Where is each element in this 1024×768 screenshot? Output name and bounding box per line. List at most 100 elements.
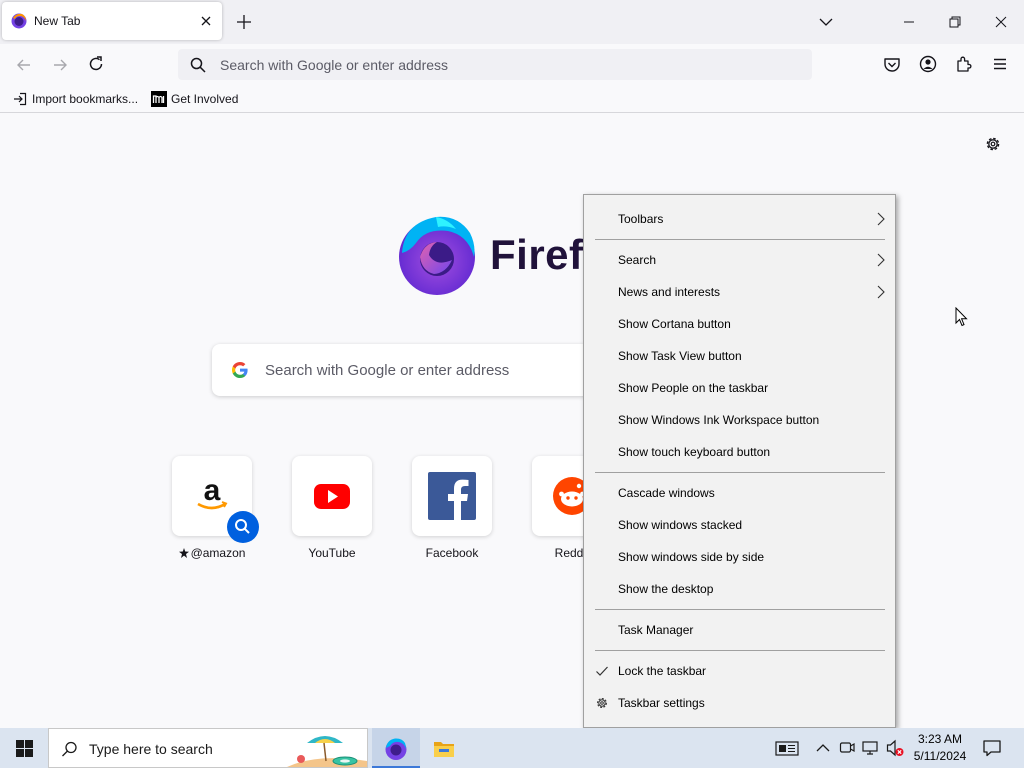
hamburger-menu-icon[interactable] [990, 54, 1010, 74]
menu-separator [595, 650, 885, 651]
menu-item-label: Show touch keyboard button [618, 445, 771, 459]
network-icon[interactable] [862, 738, 880, 758]
windows-logo-icon [16, 740, 33, 757]
menu-item-lock-taskbar[interactable]: Lock the taskbar [584, 656, 895, 686]
top-site-facebook[interactable]: Facebook [412, 456, 492, 560]
taskbar-context-menu: Toolbars Search News and interests Show … [583, 194, 896, 728]
account-icon[interactable] [918, 54, 938, 74]
search-icon [62, 741, 77, 757]
chevron-down-icon[interactable] [816, 12, 836, 32]
menu-separator [595, 609, 885, 610]
chevron-right-icon [877, 285, 885, 299]
menu-item-news-and-interests[interactable]: News and interests [584, 277, 895, 307]
gear-icon [597, 698, 607, 708]
menu-item-task-manager[interactable]: Task Manager [584, 615, 895, 645]
google-icon [232, 362, 248, 378]
top-site-tile[interactable]: a [172, 456, 259, 543]
svg-text:a: a [204, 476, 221, 507]
meet-now-icon[interactable] [839, 738, 855, 758]
menu-item-label: Cascade windows [618, 486, 715, 500]
menu-item-show-touch-keyboard[interactable]: Show touch keyboard button [584, 437, 895, 467]
taskbar-clock[interactable]: 3:23 AM 5/11/2024 [908, 731, 972, 765]
menu-item-label: Show windows stacked [618, 518, 743, 532]
minimize-icon[interactable] [899, 12, 919, 32]
menu-item-label: Lock the taskbar [618, 664, 707, 678]
import-icon [14, 92, 27, 106]
menu-item-cascade-windows[interactable]: Cascade windows [584, 478, 895, 508]
mozilla-icon [151, 91, 167, 107]
chevron-right-icon [877, 212, 885, 226]
menu-item-label: Show the desktop [618, 582, 714, 596]
checkmark-icon [596, 666, 608, 676]
top-site-youtube[interactable]: YouTube [292, 456, 372, 560]
menu-item-search[interactable]: Search [584, 245, 895, 275]
windows-taskbar: Type here to search 3:23 AM 5/11/2024 [0, 728, 1024, 768]
start-button[interactable] [0, 728, 48, 768]
navigation-toolbar: Search with Google or enter address [0, 44, 1024, 84]
back-arrow-icon[interactable] [14, 55, 34, 75]
bookmark-import[interactable]: Import bookmarks... [12, 90, 138, 108]
pocket-icon[interactable] [882, 55, 902, 75]
menu-item-label: Taskbar settings [618, 696, 705, 710]
bookmark-get-involved[interactable]: Get Involved [151, 90, 238, 108]
menu-item-label: Task Manager [618, 623, 694, 637]
firefox-icon [385, 738, 407, 760]
search-icon [235, 519, 250, 534]
menu-item-label: Show People on the taskbar [618, 381, 769, 395]
top-site-tile[interactable] [412, 456, 492, 536]
menu-item-show-cortana[interactable]: Show Cortana button [584, 309, 895, 339]
window-close-icon[interactable] [991, 12, 1011, 32]
menu-item-label: Toolbars [618, 212, 664, 226]
url-bar[interactable]: Search with Google or enter address [178, 49, 812, 80]
reload-icon[interactable] [86, 54, 106, 74]
chevron-up-icon[interactable] [815, 738, 831, 758]
menu-item-toolbars[interactable]: Toolbars [584, 204, 895, 234]
menu-item-label: Show Task View button [618, 349, 742, 363]
mouse-cursor-icon [955, 307, 968, 327]
youtube-icon [314, 484, 350, 509]
restore-icon[interactable] [945, 12, 965, 32]
forward-arrow-icon[interactable] [50, 55, 70, 75]
menu-item-label: Show Windows Ink Workspace button [618, 413, 820, 427]
clock-time: 3:23 AM [917, 732, 963, 746]
menu-item-show-desktop[interactable]: Show the desktop [584, 574, 895, 604]
news-and-interests-icon[interactable] [775, 738, 799, 758]
tab-title: New Tab [34, 14, 81, 28]
taskbar-search-input[interactable]: Type here to search [89, 741, 213, 757]
menu-item-label: News and interests [618, 285, 721, 299]
extensions-icon[interactable] [954, 54, 974, 74]
notification-center-icon[interactable] [982, 739, 1002, 757]
menu-item-label: Show windows side by side [618, 550, 765, 564]
gear-icon[interactable] [983, 134, 1003, 154]
top-site-label: YouTube [308, 546, 356, 560]
menu-item-windows-stacked[interactable]: Show windows stacked [584, 510, 895, 540]
url-input[interactable]: Search with Google or enter address [220, 57, 448, 73]
bookmark-label: Get Involved [171, 92, 239, 106]
close-icon[interactable] [198, 13, 214, 29]
tab-new-tab[interactable]: New Tab [2, 2, 222, 40]
menu-item-show-task-view[interactable]: Show Task View button [584, 341, 895, 371]
content-search-input[interactable]: Search with Google or enter address [265, 362, 509, 379]
firefox-icon [11, 13, 27, 29]
amazon-icon: a [197, 476, 228, 510]
taskbar-app-firefox[interactable] [372, 728, 420, 768]
search-shortcut-badge [227, 511, 259, 543]
folder-icon [434, 742, 454, 757]
top-site-label: Facebook [425, 546, 479, 560]
menu-item-windows-side-by-side[interactable]: Show windows side by side [584, 542, 895, 572]
taskbar-app-file-explorer[interactable] [420, 728, 468, 768]
facebook-icon [428, 472, 476, 520]
volume-muted-icon[interactable] [886, 738, 904, 758]
menu-item-show-people[interactable]: Show People on the taskbar [584, 373, 895, 403]
menu-item-taskbar-settings[interactable]: Taskbar settings [584, 688, 895, 718]
top-site-amazon[interactable]: a @amazon [172, 456, 259, 560]
taskbar-search-box[interactable]: Type here to search [48, 728, 368, 768]
clock-date: 5/11/2024 [913, 749, 967, 763]
new-tab-button[interactable] [234, 12, 254, 32]
search-highlight-illustration [287, 736, 367, 767]
top-site-label: @amazon [152, 546, 272, 560]
menu-item-show-ink-workspace[interactable]: Show Windows Ink Workspace button [584, 405, 895, 435]
tab-strip: New Tab [0, 0, 1024, 44]
top-site-tile[interactable] [292, 456, 372, 536]
firefox-logo-icon [399, 216, 475, 295]
